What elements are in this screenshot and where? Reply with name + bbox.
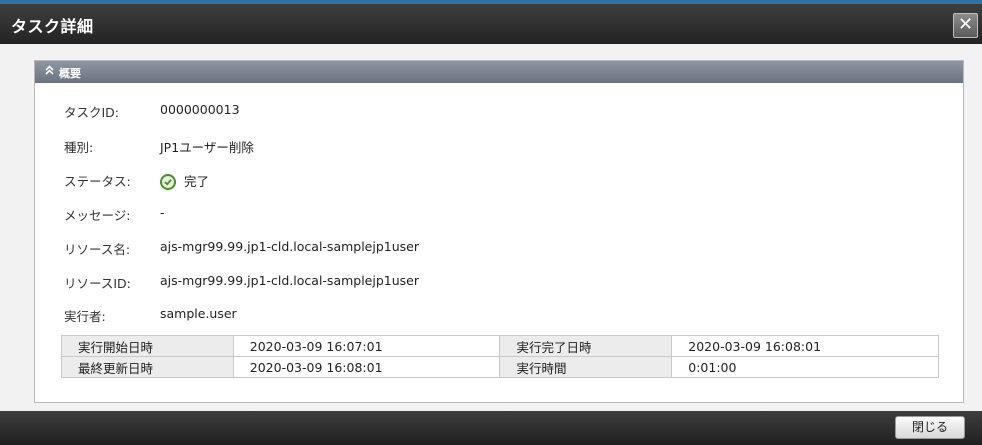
end-time-value: 2020-03-09 16:08:01	[671, 335, 939, 357]
duration-header: 実行時間	[499, 356, 673, 378]
start-time-header: 実行開始日時	[61, 335, 234, 357]
dialog-title: タスク詳細	[11, 17, 94, 36]
status-value-wrap: 完了	[160, 171, 209, 191]
overview-section-header[interactable]: 概要	[35, 61, 963, 83]
task-id-label: タスクID:	[64, 105, 120, 120]
duration-value: 0:01:00	[671, 356, 939, 378]
close-icon[interactable]: ✕	[953, 13, 978, 38]
executor-label: 実行者:	[64, 309, 106, 324]
table-row: 最終更新日時 2020-03-09 16:08:01 実行時間 0:01:00	[61, 356, 939, 378]
check-svg	[164, 178, 172, 186]
title-bar: タスク詳細 ✕	[0, 0, 982, 44]
type-value: JP1ユーザー削除	[160, 140, 254, 155]
message-label: メッセージ:	[64, 208, 131, 223]
last-update-value: 2020-03-09 16:08:01	[232, 356, 501, 378]
resource-name-value: ajs-mgr99.99.jp1-cld.local-samplejp1user	[160, 239, 419, 254]
dialog-body: 概要 タスクID: 0000000013 種別: JP1ユーザー削除 ステータス…	[0, 44, 982, 411]
last-update-header: 最終更新日時	[61, 356, 234, 378]
chevron-double-up-icon[interactable]	[45, 65, 54, 78]
end-time-header: 実行完了日時	[499, 335, 673, 357]
section-title: 概要	[59, 67, 81, 80]
table-row: 実行開始日時 2020-03-09 16:07:01 実行完了日時 2020-0…	[61, 335, 939, 357]
check-circle-icon	[160, 173, 176, 190]
start-time-value: 2020-03-09 16:07:01	[232, 335, 501, 357]
task-id-value: 0000000013	[160, 102, 240, 117]
type-label: 種別:	[64, 140, 94, 155]
close-button[interactable]: 閉じる	[895, 416, 965, 439]
execution-times-table: 実行開始日時 2020-03-09 16:07:01 実行完了日時 2020-0…	[61, 335, 939, 378]
status-value: 完了	[184, 174, 210, 189]
resource-id-value: ajs-mgr99.99.jp1-cld.local-samplejp1user	[160, 273, 419, 288]
message-value: -	[160, 205, 165, 220]
executor-value: sample.user	[160, 306, 237, 321]
chevron-double-up-svg	[45, 65, 54, 75]
dialog-footer: 閉じる	[0, 411, 982, 445]
resource-id-label: リソースID:	[64, 276, 131, 291]
status-label: ステータス:	[64, 174, 131, 189]
resource-name-label: リソース名:	[64, 242, 131, 257]
overview-section: 概要 タスクID: 0000000013 種別: JP1ユーザー削除 ステータス…	[34, 60, 964, 403]
task-detail-dialog: タスク詳細 ✕ 概要 タスクID: 0000000013 種別: JP1ユーザー…	[0, 0, 982, 445]
